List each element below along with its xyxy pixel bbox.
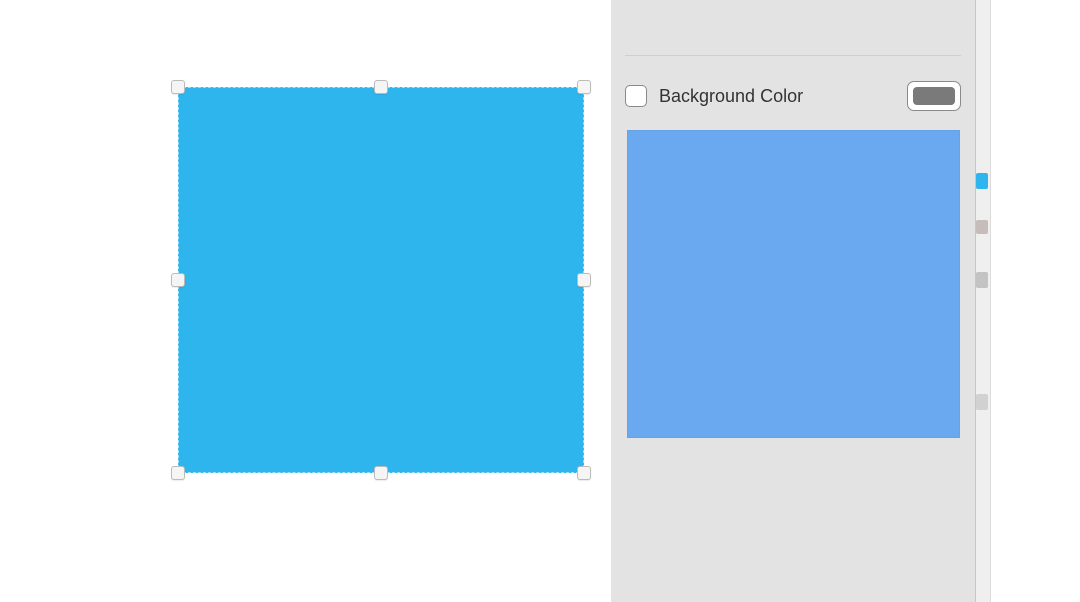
- side-strip-chip: [976, 272, 988, 288]
- resize-handle-bottom-left[interactable]: [171, 466, 185, 480]
- resize-handle-middle-right[interactable]: [577, 273, 591, 287]
- clipped-row: [625, 30, 961, 50]
- background-color-swatch-button[interactable]: [907, 81, 961, 111]
- canvas[interactable]: [0, 0, 610, 602]
- background-color-row: Background Color: [625, 78, 961, 114]
- resize-handle-top-right[interactable]: [577, 80, 591, 94]
- background-color-checkbox[interactable]: [625, 85, 647, 107]
- side-strip-chip: [976, 220, 988, 234]
- resize-handle-bottom-right[interactable]: [577, 466, 591, 480]
- selected-shape[interactable]: [178, 87, 584, 473]
- divider: [625, 55, 961, 56]
- resize-handle-top-middle[interactable]: [374, 80, 388, 94]
- background-color-swatch: [913, 87, 955, 105]
- inspector-panel-wrap: Background Color: [611, 0, 991, 602]
- side-strip-chip: [976, 394, 988, 410]
- background-color-label: Background Color: [659, 86, 895, 107]
- preview-thumbnail[interactable]: [627, 130, 960, 438]
- side-strip-chip: [976, 173, 988, 189]
- resize-handle-middle-left[interactable]: [171, 273, 185, 287]
- resize-handle-bottom-middle[interactable]: [374, 466, 388, 480]
- side-strip: [976, 0, 991, 602]
- resize-handle-top-left[interactable]: [171, 80, 185, 94]
- inspector-panel: Background Color: [611, 0, 976, 602]
- app-root: Background Color: [0, 0, 1080, 602]
